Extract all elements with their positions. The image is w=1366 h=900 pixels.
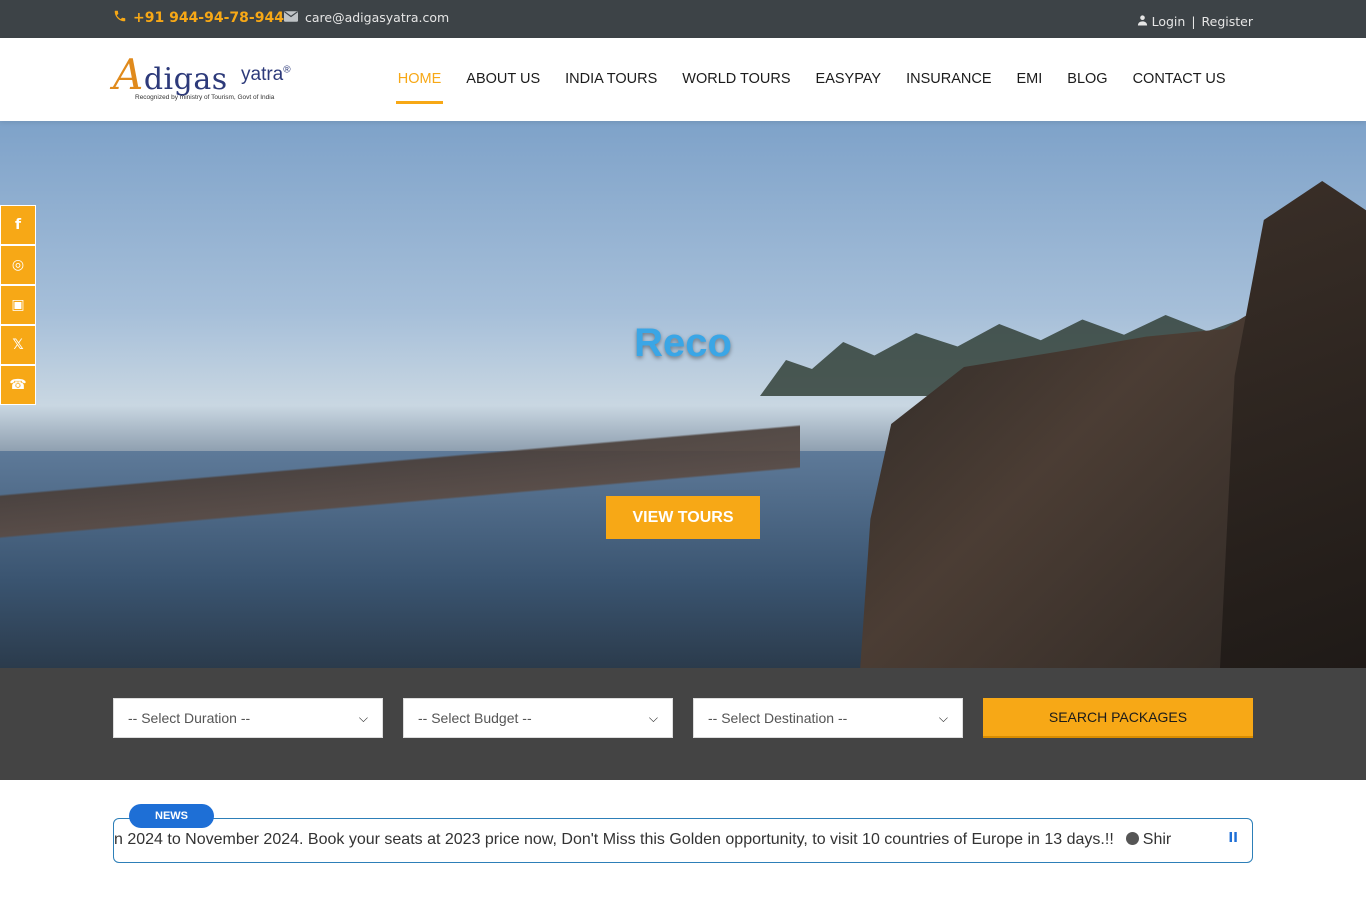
phone-icon — [113, 9, 127, 27]
destination-select-value: -- Select Destination -- — [708, 710, 848, 726]
duration-select[interactable]: -- Select Duration -- ⌵ — [113, 698, 383, 738]
news-item-next[interactable]: Shir — [1143, 831, 1171, 848]
phone-link[interactable]: +91 944-94-78-944 — [113, 9, 284, 27]
envelope-icon — [284, 10, 298, 25]
news-ticker-track: n 2024 to November 2024. Book your seats… — [114, 831, 1171, 849]
email-link[interactable]: care@adigasyatra.com — [284, 10, 449, 25]
chevron-down-icon: ⌵ — [938, 710, 948, 725]
news-item[interactable]: n 2024 to November 2024. Book your seats… — [114, 831, 1114, 848]
hero-shore — [0, 421, 800, 561]
nav-about-us[interactable]: ABOUT US — [454, 71, 553, 106]
register-link[interactable]: Register — [1202, 14, 1253, 29]
logo-reg-mark: ® — [283, 64, 291, 76]
site-logo[interactable]: Adigas yatra® Recognized by ministry of … — [113, 50, 313, 110]
budget-select[interactable]: -- Select Budget -- ⌵ — [403, 698, 673, 738]
instagram-icon[interactable]: ▣ — [0, 285, 36, 325]
logo-brand-rest: digas — [143, 62, 228, 97]
user-icon — [1137, 14, 1148, 29]
chevron-down-icon: ⌵ — [648, 710, 658, 725]
login-link[interactable]: Login — [1152, 14, 1186, 29]
logo-brand: Adigas — [113, 50, 228, 99]
view-tours-button[interactable]: VIEW TOURS — [606, 496, 760, 539]
nav-contact-us[interactable]: CONTACT US — [1120, 71, 1238, 106]
chevron-down-icon: ⌵ — [358, 710, 368, 725]
hero-banner: Reco VIEW TOURS — [0, 121, 1366, 668]
pause-icon[interactable]: II — [1220, 831, 1238, 846]
nav-home[interactable]: HOME — [385, 71, 454, 106]
facebook-icon[interactable]: f — [0, 205, 36, 245]
budget-select-value: -- Select Budget -- — [418, 710, 532, 726]
search-packages-button[interactable]: SEARCH PACKAGES — [983, 698, 1253, 738]
duration-select-value: -- Select Duration -- — [128, 710, 251, 726]
bullet-icon — [1125, 832, 1139, 845]
nav-easypay[interactable]: EASYPAY — [803, 71, 894, 106]
top-bar: +91 944-94-78-944 care@adigasyatra.com L… — [0, 0, 1366, 38]
hero-rock — [1220, 181, 1366, 668]
main-nav: HOME ABOUT US INDIA TOURS WORLD TOURS EA… — [385, 71, 1238, 106]
whatsapp-icon[interactable]: ◎ — [0, 245, 36, 285]
logo-initial: A — [113, 50, 144, 99]
auth-links: Login | Register — [1137, 14, 1253, 29]
nav-insurance[interactable]: INSURANCE — [894, 71, 1004, 106]
nav-world-tours[interactable]: WORLD TOURS — [670, 71, 803, 106]
x-icon[interactable]: 𝕏 — [0, 325, 36, 365]
nav-india-tours[interactable]: INDIA TOURS — [553, 71, 670, 106]
phone-number: +91 944-94-78-944 — [133, 10, 284, 26]
nav-emi[interactable]: EMI — [1004, 71, 1055, 106]
destination-select[interactable]: -- Select Destination -- ⌵ — [693, 698, 963, 738]
email-address: care@adigasyatra.com — [305, 10, 450, 25]
logo-tagline: Recognized by ministry of Tourism, Govt … — [135, 94, 275, 101]
nav-blog[interactable]: BLOG — [1055, 71, 1120, 106]
news-badge: NEWS — [129, 804, 214, 828]
hero-title: Reco — [634, 321, 732, 365]
auth-separator: | — [1191, 14, 1196, 29]
site-header: Adigas yatra® Recognized by ministry of … — [0, 38, 1366, 121]
logo-sub: yatra® — [241, 64, 291, 86]
logo-sub-text: yatra — [241, 64, 284, 85]
social-sidebar: f ◎ ▣ 𝕏 ☎ — [0, 205, 36, 405]
phone-call-icon[interactable]: ☎ — [0, 365, 36, 405]
news-ticker: n 2024 to November 2024. Book your seats… — [113, 818, 1253, 863]
package-search-bar: -- Select Duration -- ⌵ -- Select Budget… — [0, 668, 1366, 780]
